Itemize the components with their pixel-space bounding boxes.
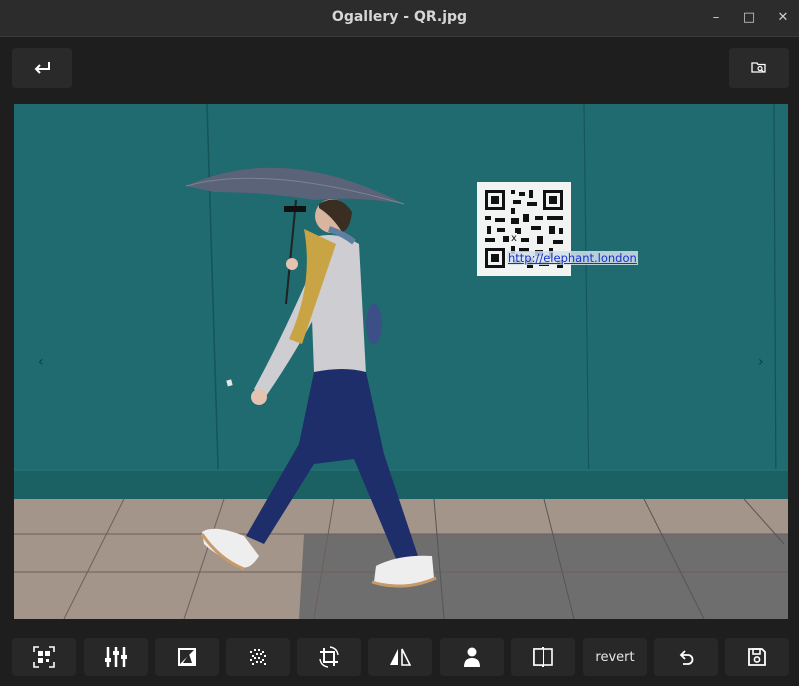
qr-detected-link[interactable]: http://elephant.london: [507, 251, 638, 265]
qr-scan-button[interactable]: [12, 638, 76, 676]
crop-rotate-button[interactable]: [297, 638, 361, 676]
revert-label: revert: [595, 649, 635, 665]
dither-icon: [250, 649, 266, 665]
person-button[interactable]: [440, 638, 504, 676]
maximize-button[interactable]: □: [739, 8, 759, 28]
compare-icon: [533, 647, 553, 667]
back-button[interactable]: [12, 48, 72, 88]
flip-icon: [390, 648, 411, 666]
adjust-sliders-icon: [105, 647, 127, 667]
qr-scan-icon: [33, 646, 55, 668]
crop-rotate-icon: [319, 646, 339, 668]
qr-marker: x: [511, 233, 517, 244]
contrast-button[interactable]: [155, 638, 219, 676]
undo-icon: [679, 650, 694, 665]
person-icon: [464, 647, 480, 667]
title-bar: Ogallery - QR.jpg – □ ✕: [0, 0, 799, 37]
save-icon: [748, 648, 766, 666]
dither-button[interactable]: [226, 638, 290, 676]
window-title: Ogallery - QR.jpg: [331, 9, 468, 25]
top-toolbar: [0, 37, 799, 103]
bottom-toolbar: revert: [0, 630, 799, 686]
close-button[interactable]: ✕: [773, 8, 793, 28]
street-photo: [14, 104, 788, 619]
photo-viewer[interactable]: x http://elephant.london ‹ ›: [14, 104, 788, 619]
next-image-arrow[interactable]: ›: [758, 354, 764, 370]
folder-search-icon: [751, 62, 766, 73]
flip-button[interactable]: [368, 638, 432, 676]
compare-button[interactable]: [511, 638, 575, 676]
undo-button[interactable]: [654, 638, 718, 676]
save-button[interactable]: [725, 638, 789, 676]
minimize-button[interactable]: –: [706, 8, 726, 28]
contrast-icon: [178, 648, 196, 666]
revert-button[interactable]: revert: [583, 638, 647, 676]
folder-search-button[interactable]: [729, 48, 789, 88]
adjust-button[interactable]: [84, 638, 148, 676]
return-arrow-icon: [34, 62, 50, 74]
previous-image-arrow[interactable]: ‹: [38, 354, 44, 370]
